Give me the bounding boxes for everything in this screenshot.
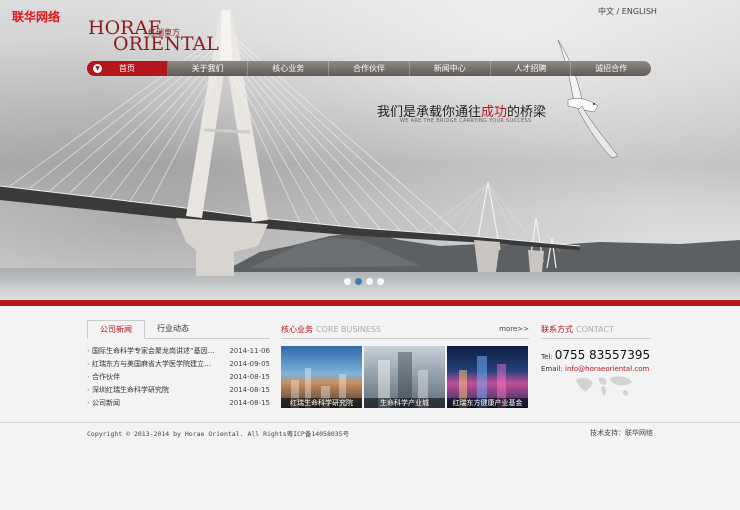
business-caption: 红瑞生命科学研究院 [281,398,362,408]
business-card-research-institute[interactable]: 红瑞生命科学研究院 [281,346,362,408]
list-item[interactable]: 深圳红瑞生命科学研究院 2014-08-15 [87,384,270,397]
tab-company-news[interactable]: 公司新闻 [87,320,145,339]
core-business-header: 核心业务 CORE BUSINESS more>> [281,320,529,339]
footer-divider [0,422,740,423]
language-switcher: 中文 / ENGLISH [598,6,657,17]
business-caption: 生命科学产业城 [364,398,445,408]
phone-label: Tel: [541,353,553,361]
bridge-illustration [0,10,740,276]
seagull-illustration [557,39,619,159]
copyright-text: Copyright © 2013-2014 by Horae Oriental.… [87,430,350,438]
news-date: 2014-08-15 [229,373,270,381]
news-title: 国际生命科学专家会聚龙岗讲述“基因… [87,345,215,358]
contact-panel: 联系方式 CONTACT Tel: 0755 83557395 Email: inf… [541,320,651,373]
email-label: Email: [541,365,563,373]
news-date: 2014-09-05 [229,360,270,368]
nav-item-careers[interactable]: 人才招聘 [491,61,572,76]
phone-number: 0755 83557395 [554,348,651,362]
core-business-title: 核心业务 CORE BUSINESS [281,324,381,335]
nav-item-news[interactable]: 新闻中心 [410,61,491,76]
news-title: 合作伙伴 [87,371,215,384]
nav-item-partners[interactable]: 合作伙伴 [329,61,410,76]
section-title-cn: 核心业务 [281,324,313,334]
news-panel: 公司新闻 行业动态 国际生命科学专家会聚龙岗讲述“基因… 2014-11-06 红… [87,320,270,410]
header-divider [0,300,740,306]
slider-dot-4[interactable] [377,278,384,285]
contact-title: 联系方式 CONTACT [541,324,614,335]
watermark-text: 联华网络 [12,10,61,24]
nav-item-cooperation[interactable]: 诚招合作 [571,61,651,76]
world-map-icon [576,376,632,396]
more-link[interactable]: more>> [499,325,529,333]
news-date: 2014-11-06 [229,347,270,355]
slider-dot-2[interactable] [355,278,362,285]
tech-support-link[interactable]: 技术支持：联华网络 [590,428,653,438]
chevron-down-icon: ▼ [93,64,102,73]
news-title: 公司新闻 [87,397,215,410]
slider-pagination [344,278,384,285]
list-item[interactable]: 公司新闻 2014-08-15 [87,397,270,410]
section-title-en: CONTACT [576,324,614,334]
section-title-en: CORE BUSINESS [316,324,382,334]
contact-phone: Tel: 0755 83557395 [541,348,651,362]
news-tabs: 公司新闻 行业动态 [87,320,270,339]
slider-dot-1[interactable] [344,278,351,285]
business-card-industry-city[interactable]: 生命科学产业城 [364,346,445,408]
main-nav: ▼ 首页 关于我们 核心业务 合作伙伴 新闻中心 人才招聘 诚招合作 [87,61,651,76]
nav-item-home[interactable]: ▼ 首页 [87,61,168,76]
core-business-thumbnails: 红瑞生命科学研究院 生命科学产业城 红瑞东方健康产业基金 [281,346,529,408]
news-title: 深圳红瑞生命科学研究院 [87,384,215,397]
list-item[interactable]: 合作伙伴 2014-08-15 [87,371,270,384]
core-business-panel: 核心业务 CORE BUSINESS more>> 红瑞生命科学研究院 生命科学产… [281,320,529,408]
logo-text-cn: 红瑞東方 [148,28,180,37]
nav-item-core-business[interactable]: 核心业务 [248,61,330,76]
slider-dot-3[interactable] [366,278,373,285]
contact-header: 联系方式 CONTACT [541,320,651,339]
nav-item-about[interactable]: 关于我们 [168,61,249,76]
hero-banner: 联华网络 HORAE ORIENTAL 红瑞東方 中文 / ENGLISH ▼ … [0,0,740,300]
lang-separator: / [614,7,622,16]
list-item[interactable]: 国际生命科学专家会聚龙岗讲述“基因… 2014-11-06 [87,345,270,358]
business-card-health-fund[interactable]: 红瑞东方健康产业基金 [447,346,528,408]
section-title-cn: 联系方式 [541,324,573,334]
news-list: 国际生命科学专家会聚龙岗讲述“基因… 2014-11-06 红瑞东方与美国麻省大学… [87,345,270,410]
news-date: 2014-08-15 [229,399,270,407]
news-date: 2014-08-15 [229,386,270,394]
news-title: 红瑞东方与美国麻省大学医学院建立全… [87,358,215,371]
business-caption: 红瑞东方健康产业基金 [447,398,528,408]
tab-industry-news[interactable]: 行业动态 [145,320,201,338]
lang-en-link[interactable]: ENGLISH [622,7,657,16]
nav-item-label: 首页 [118,64,135,73]
list-item[interactable]: 红瑞东方与美国麻省大学医学院建立全… 2014-09-05 [87,358,270,371]
hero-slogan-en: WE ARE THE BRIDGE CARRYING YOUR SUCCESS [400,118,532,124]
lang-cn-link[interactable]: 中文 [598,7,614,16]
